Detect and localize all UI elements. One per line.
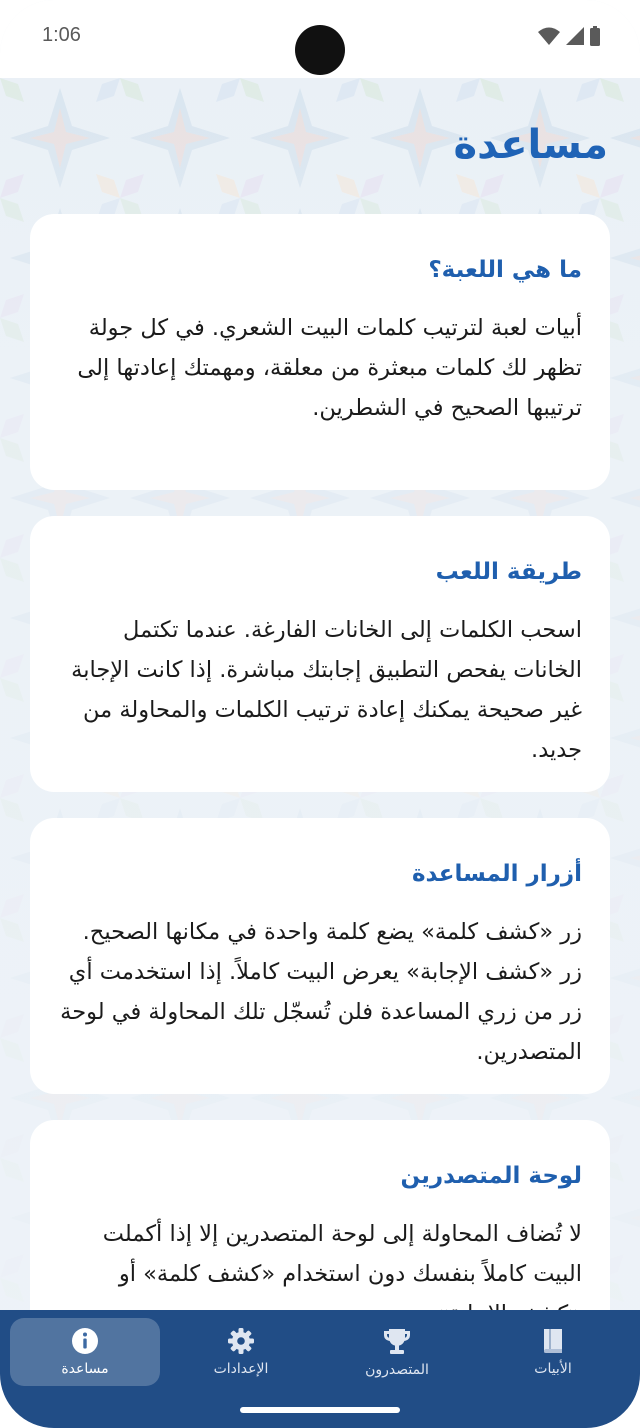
card-title: أزرار المساعدة (411, 861, 582, 887)
help-card-how-to-play: طريقة اللعب اسحب الكلمات إلى الخانات الف… (30, 516, 610, 792)
trophy-icon (384, 1329, 410, 1354)
signal-icon (566, 27, 584, 45)
nav-item-verses[interactable]: الأبيات (478, 1318, 628, 1386)
nav-item-settings[interactable]: الإعدادات (166, 1318, 316, 1386)
nav-label: الإعدادات (213, 1361, 269, 1377)
card-title: طريقة اللعب (435, 559, 582, 585)
status-time: 1:06 (42, 24, 81, 46)
wifi-icon (538, 27, 560, 45)
card-title: لوحة المتصدرين (400, 1163, 582, 1189)
camera-cutout (295, 25, 345, 75)
nav-label: المتصدرون (365, 1362, 429, 1378)
card-body: اسحب الكلمات إلى الخانات الفارغة. عندما … (71, 617, 582, 763)
book-icon (544, 1329, 562, 1353)
status-icons (538, 26, 600, 46)
help-card-help-buttons: أزرار المساعدة زر «كشف كلمة» يضع كلمة وا… (30, 818, 610, 1094)
gear-icon (228, 1328, 254, 1354)
nav-item-help[interactable]: مساعدة (10, 1318, 160, 1386)
card-body: زر «كشف كلمة» يضع كلمة واحدة في مكانها ا… (60, 919, 582, 1065)
home-indicator[interactable] (240, 1407, 400, 1413)
nav-label: مساعدة (61, 1361, 109, 1377)
nav-label: الأبيات (534, 1361, 572, 1377)
card-body: أبيات لعبة لترتيب كلمات البيت الشعري. في… (77, 315, 582, 421)
card-title: ما هي اللعبة؟ (428, 257, 582, 283)
nav-item-leaderboard[interactable]: المتصدرون (322, 1318, 472, 1386)
battery-icon (590, 26, 600, 46)
phone-screen: 1:06 مساعدة ما هي اللعبة؟ أبيات لعبة لتر… (0, 0, 640, 1428)
status-bar: 1:06 (0, 0, 640, 78)
page-title: مساعدة (453, 122, 608, 168)
info-icon (72, 1328, 98, 1354)
help-card-what-is-game: ما هي اللعبة؟ أبيات لعبة لترتيب كلمات ال… (30, 214, 610, 490)
